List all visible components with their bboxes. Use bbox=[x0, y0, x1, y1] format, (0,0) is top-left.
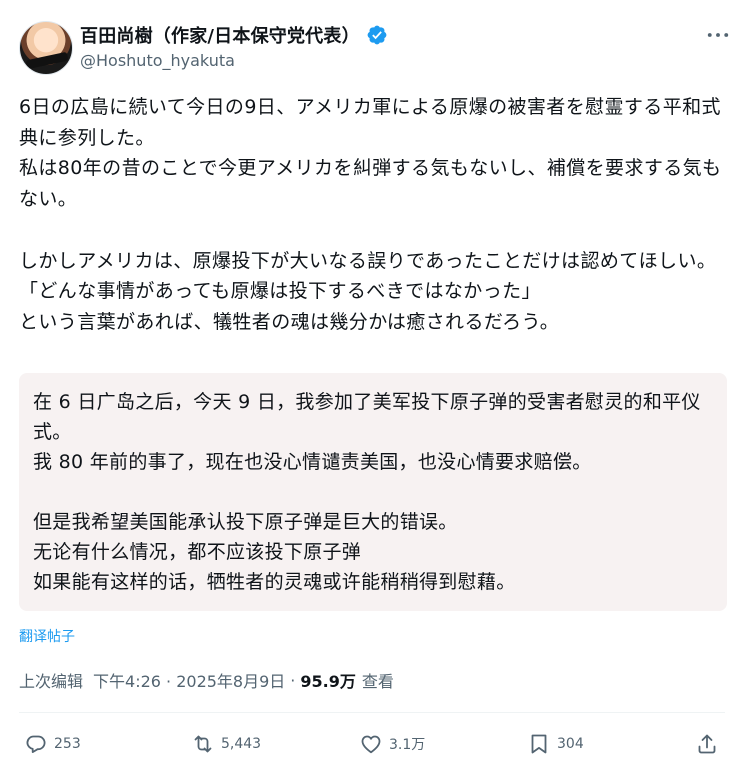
divider bbox=[19, 712, 725, 713]
reply-icon bbox=[26, 735, 46, 753]
verified-badge-icon bbox=[366, 24, 388, 46]
action-bar: 253 5,443 3.1万 304 bbox=[19, 728, 725, 764]
more-icon[interactable] bbox=[705, 25, 731, 45]
avatar[interactable] bbox=[19, 21, 73, 75]
translate-post-link[interactable]: 翻译帖子 bbox=[19, 626, 75, 646]
repost-icon bbox=[194, 735, 212, 753]
bookmark-count: 304 bbox=[557, 736, 584, 752]
views-label: 查看 bbox=[361, 672, 394, 691]
tweet-meta: 上次编辑 下午4:26 · 2025年8月9日 · 95.9万 查看 bbox=[19, 668, 394, 692]
like-icon bbox=[361, 735, 381, 754]
share-button[interactable] bbox=[695, 732, 719, 756]
tweet-header: 百田尚樹（作家/日本保守党代表） @Hoshuto_hyakuta bbox=[19, 16, 731, 76]
repost-button[interactable]: 5,443 bbox=[191, 732, 261, 756]
like-button[interactable]: 3.1万 bbox=[359, 732, 425, 756]
edited-label[interactable]: 上次编辑 bbox=[19, 668, 83, 692]
timestamp[interactable]: 下午4:26 · 2025年8月9日 bbox=[93, 668, 285, 692]
repost-count: 5,443 bbox=[221, 736, 262, 752]
reply-count: 253 bbox=[54, 736, 81, 752]
translation-text: 在 6 日广岛之后，今天 9 日，我参加了美军投下原子弹的受害者慰灵的和平仪式。… bbox=[33, 391, 701, 593]
user-handle[interactable]: @Hoshuto_hyakuta bbox=[80, 51, 235, 70]
display-name[interactable]: 百田尚樹（作家/日本保守党代表） bbox=[80, 22, 360, 48]
tweet-text: 6日の広島に続いて今日の9日、アメリカ軍による原爆の被害者を慰霊する平和式典に参… bbox=[19, 96, 722, 333]
share-icon bbox=[698, 734, 716, 754]
reply-button[interactable]: 253 bbox=[24, 732, 81, 756]
views-count: 95.9万 bbox=[300, 672, 356, 691]
bookmark-icon bbox=[531, 734, 547, 754]
translation-box: 在 6 日广岛之后，今天 9 日，我参加了美军投下原子弹的受害者慰灵的和平仪式。… bbox=[19, 373, 727, 611]
meta-separator: · bbox=[290, 670, 296, 690]
bookmark-button[interactable]: 304 bbox=[527, 732, 584, 756]
name-line: 百田尚樹（作家/日本保守党代表） bbox=[80, 23, 388, 47]
like-count: 3.1万 bbox=[389, 737, 426, 753]
